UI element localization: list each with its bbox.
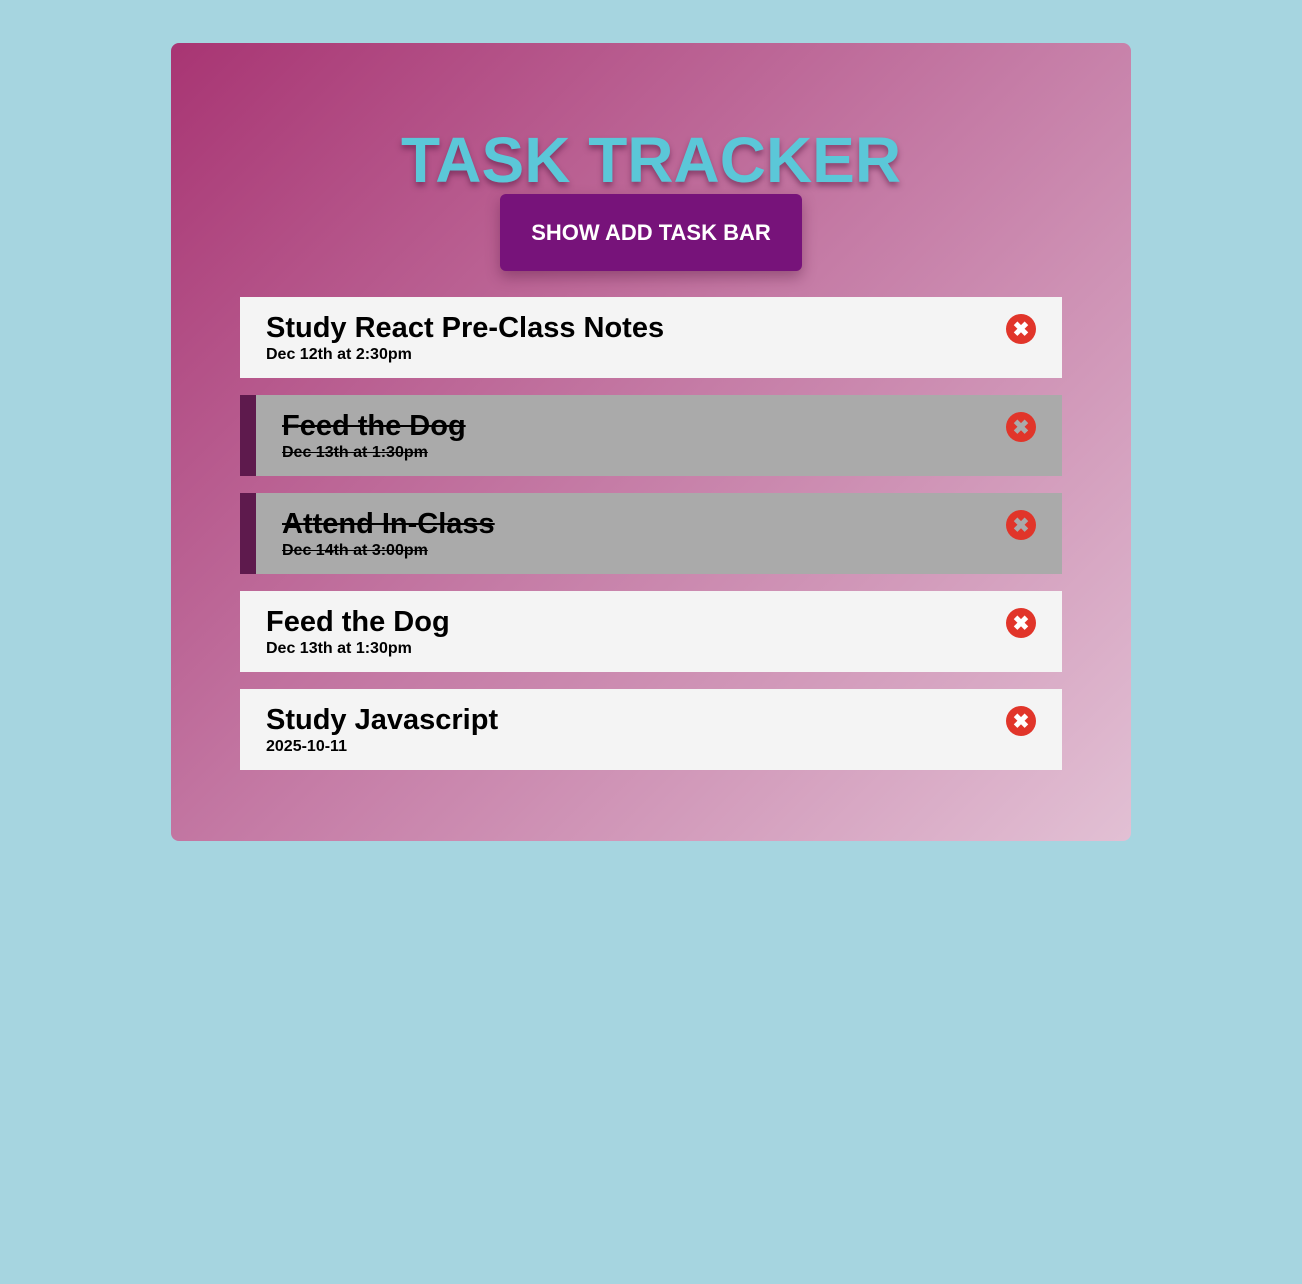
task-title: Attend In-Class: [282, 508, 495, 540]
task-list: Study React Pre-Class Notes Dec 12th at …: [240, 297, 1062, 787]
task-title: Feed the Dog: [266, 606, 450, 638]
page-title: TASK TRACKER: [400, 124, 902, 196]
task-title: Feed the Dog: [282, 410, 466, 442]
delete-icon[interactable]: ✖: [1006, 510, 1036, 540]
task-title: Study Javascript: [266, 704, 499, 736]
task-title: Study React Pre-Class Notes: [266, 312, 665, 344]
delete-icon[interactable]: ✖: [1006, 314, 1036, 344]
task-date: Dec 13th at 1:30pm: [266, 640, 412, 657]
task-date: 2025-10-11: [266, 738, 347, 755]
show-add-task-button[interactable]: SHOW ADD TASK BAR: [500, 194, 802, 271]
task-tracker-card: TASK TRACKER SHOW ADD TASK BAR Study Rea…: [171, 43, 1131, 841]
task-item[interactable]: Study React Pre-Class Notes Dec 12th at …: [240, 297, 1062, 378]
delete-icon[interactable]: ✖: [1006, 608, 1036, 638]
task-date: Dec 14th at 3:00pm: [282, 542, 428, 559]
task-date: Dec 13th at 1:30pm: [282, 444, 428, 461]
task-item[interactable]: Attend In-Class Dec 14th at 3:00pm ✖: [240, 493, 1062, 574]
task-item[interactable]: Feed the Dog Dec 13th at 1:30pm ✖: [240, 591, 1062, 672]
task-date: Dec 12th at 2:30pm: [266, 346, 412, 363]
task-item[interactable]: Feed the Dog Dec 13th at 1:30pm ✖: [240, 395, 1062, 476]
delete-icon[interactable]: ✖: [1006, 412, 1036, 442]
delete-icon[interactable]: ✖: [1006, 706, 1036, 736]
task-item[interactable]: Study Javascript 2025-10-11 ✖: [240, 689, 1062, 770]
